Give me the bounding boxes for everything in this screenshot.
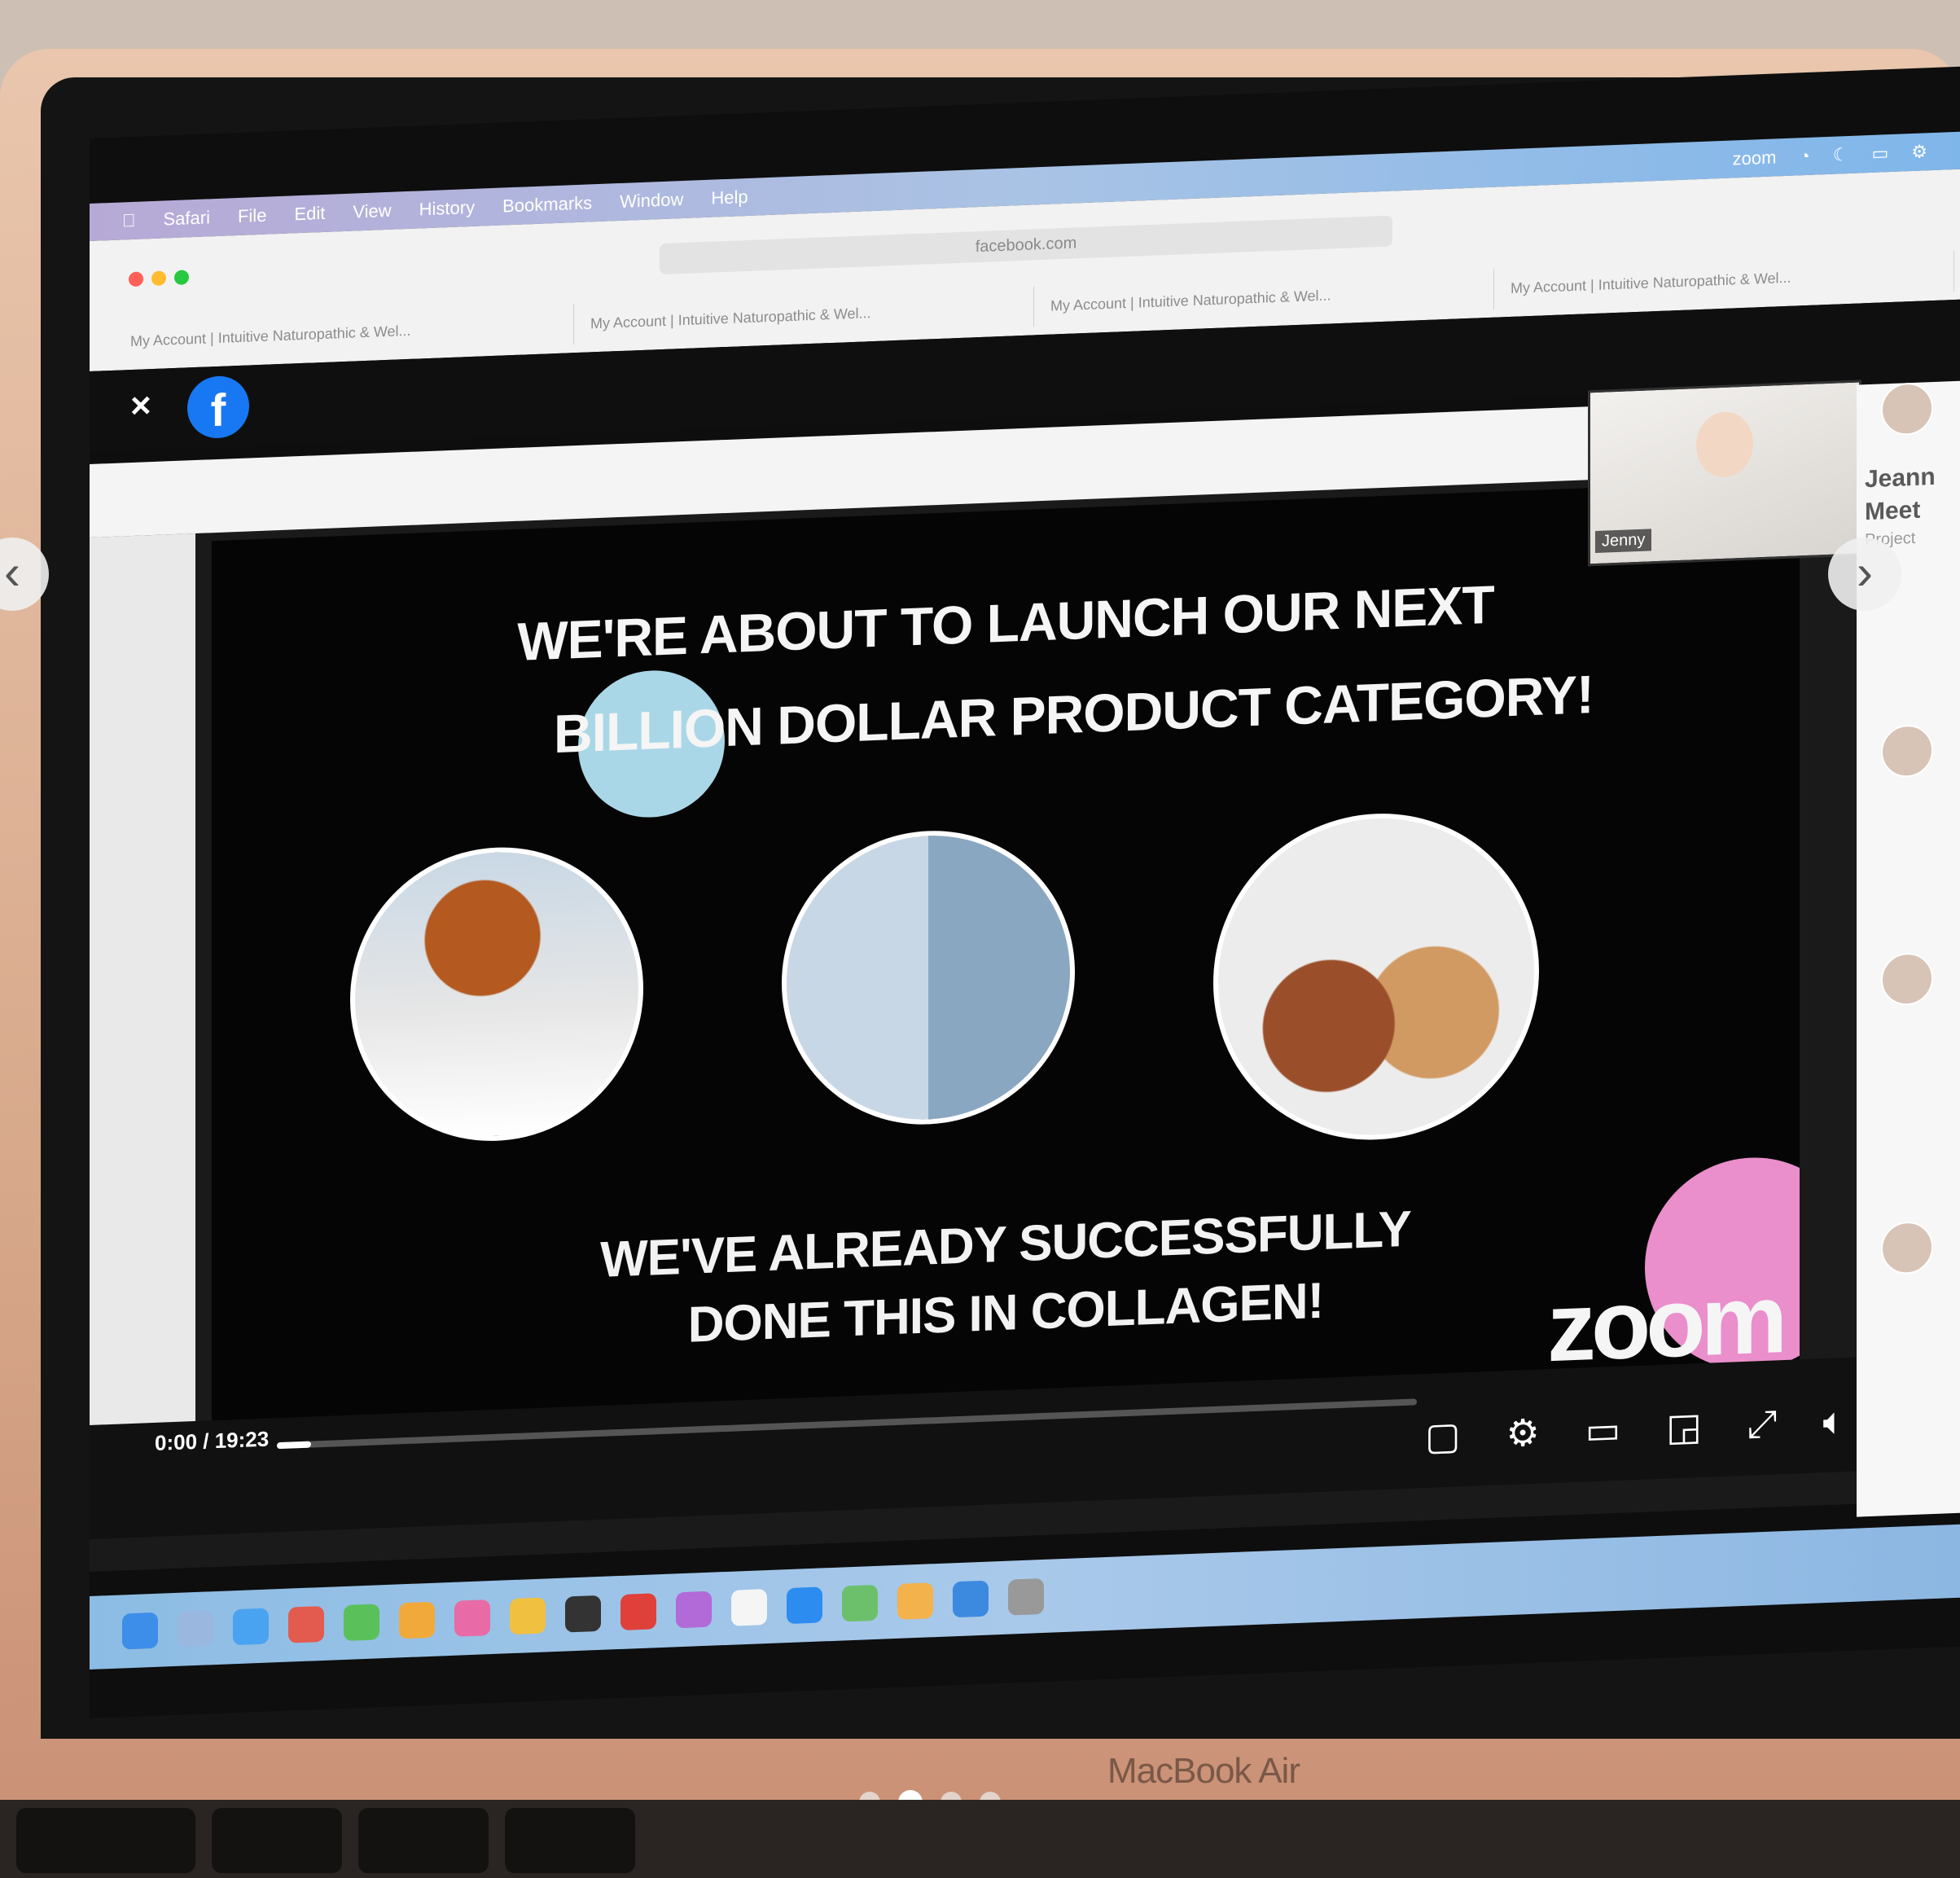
app-icon[interactable]	[897, 1582, 933, 1620]
status-icon[interactable]: ☾	[1833, 144, 1849, 166]
video-progress-fill	[277, 1441, 311, 1450]
laptop-model-label: MacBook Air	[1107, 1751, 1300, 1791]
facebook-logo-icon[interactable]: f	[187, 375, 249, 440]
settings-icon[interactable]: ⚙	[1506, 1411, 1539, 1458]
app-icon[interactable]	[620, 1593, 656, 1630]
key-f3	[505, 1808, 635, 1873]
finder-icon[interactable]	[122, 1612, 158, 1650]
presenter-name: Jenny	[1595, 529, 1652, 553]
browser-tab[interactable]: My Account | Intuitive Naturopathic & We…	[574, 286, 1034, 345]
app-store-icon[interactable]	[953, 1580, 989, 1618]
menu-history[interactable]: History	[419, 197, 475, 221]
presenter-avatar	[1696, 410, 1753, 479]
messages-icon[interactable]	[344, 1604, 379, 1642]
menu-bookmarks[interactable]: Bookmarks	[502, 192, 592, 217]
notes-icon[interactable]	[510, 1597, 546, 1635]
photos-icon[interactable]	[399, 1601, 435, 1639]
presentation-sidebar	[90, 533, 195, 1434]
status-icon[interactable]: ▭	[1871, 143, 1888, 165]
carousel-next-icon[interactable]: ›	[1828, 538, 1901, 611]
menu-safari[interactable]: Safari	[164, 207, 210, 230]
zoom-window-icon[interactable]	[174, 270, 189, 286]
menu-view[interactable]: View	[353, 200, 391, 223]
safari-icon[interactable]	[233, 1608, 269, 1646]
menu-window[interactable]: Window	[620, 189, 683, 213]
podcasts-icon[interactable]	[676, 1591, 712, 1629]
music-icon[interactable]	[454, 1599, 490, 1637]
settings-icon[interactable]	[1008, 1577, 1044, 1616]
status-icon[interactable]: ◔	[1799, 146, 1809, 168]
fitness-photo	[782, 825, 1075, 1130]
hd-icon[interactable]: ▭	[1585, 1407, 1620, 1455]
launchpad-icon[interactable]	[178, 1610, 213, 1648]
menu-file[interactable]: File	[238, 205, 266, 227]
captions-icon[interactable]: ▢	[1425, 1413, 1460, 1460]
laptop-screen:  Safari File Edit View History Bookmark…	[90, 66, 1960, 1718]
menu-edit[interactable]: Edit	[294, 203, 325, 225]
volume-icon[interactable]: 🔈︎	[1822, 1398, 1845, 1445]
avatar[interactable]	[1881, 724, 1933, 779]
avatar[interactable]	[1881, 952, 1933, 1007]
close-icon[interactable]: ×	[130, 385, 151, 427]
presentation-slide: WE'RE ABOUT TO LAUNCH OUR NEXT BILLION D…	[212, 480, 1800, 1429]
app-icon[interactable]	[842, 1584, 878, 1622]
status-icon[interactable]: ⚙	[1911, 141, 1927, 163]
browser-tab[interactable]: My Account | Intuitive Naturopathic & We…	[1034, 268, 1494, 327]
address-bar[interactable]: facebook.com	[660, 215, 1392, 275]
apple-icon[interactable]: 	[122, 210, 136, 232]
pip-icon[interactable]: ◲	[1666, 1404, 1701, 1451]
keyboard	[0, 1800, 1960, 1878]
zoom-status-label[interactable]: zoom	[1733, 147, 1777, 169]
slide-heading-line2: BILLION DOLLAR PRODUCT CATEGORY!	[554, 664, 1594, 765]
sidebar-name[interactable]: Jeann	[1865, 463, 1936, 494]
key-f1	[212, 1808, 342, 1873]
app-icon[interactable]	[731, 1589, 767, 1626]
player-control-icons: ▢ ⚙ ▭ ◲ ⤢ 🔈︎	[1425, 1398, 1845, 1460]
menubar-status: zoom ◔ ☾ ▭ ⚙	[1733, 140, 1960, 170]
close-window-icon[interactable]	[129, 271, 143, 287]
fullscreen-icon[interactable]: ⤢	[1747, 1401, 1778, 1447]
sidebar-meet: Meet	[1865, 496, 1921, 526]
browser-tab[interactable]: My Account | Intuitive Naturopathic & We…	[114, 304, 574, 362]
key-esc	[16, 1808, 195, 1873]
browser-tab[interactable]: My Account | Intuitive Naturopathic & We…	[1494, 251, 1954, 309]
chrome-icon[interactable]	[288, 1605, 324, 1643]
avatar[interactable]	[1881, 382, 1933, 437]
avatar[interactable]	[1881, 1221, 1933, 1275]
menu-help[interactable]: Help	[711, 186, 748, 209]
window-controls	[129, 270, 189, 287]
minimize-window-icon[interactable]	[151, 270, 166, 287]
key-f2	[358, 1808, 489, 1873]
video-time: 0:00 / 19:23	[155, 1426, 270, 1455]
video-player[interactable]: WE'RE ABOUT TO LAUNCH OUR NEXT BILLION D…	[90, 380, 1861, 1573]
terminal-icon[interactable]	[565, 1595, 601, 1633]
presenter-camera: Jenny	[1588, 380, 1861, 567]
drinks-photo	[1213, 807, 1539, 1146]
zoom-icon[interactable]	[787, 1586, 822, 1625]
coffee-photo	[350, 841, 643, 1147]
